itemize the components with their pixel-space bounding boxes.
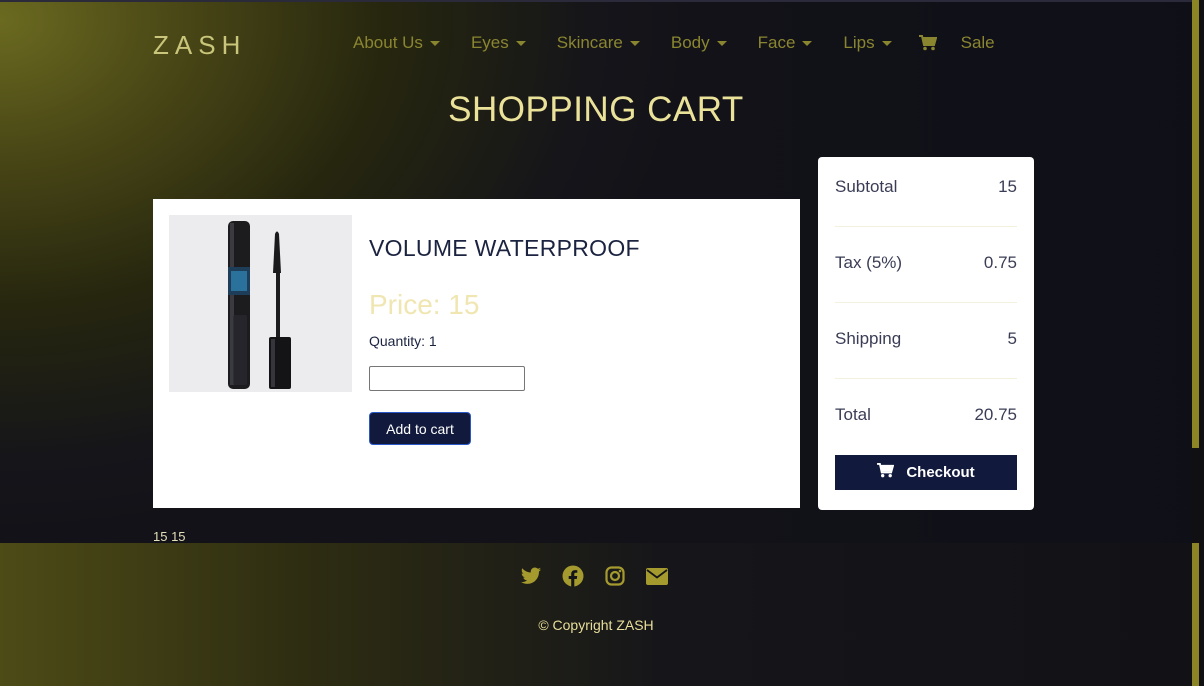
add-to-cart-button[interactable]: Add to cart <box>369 412 471 445</box>
twitter-icon[interactable] <box>520 565 542 587</box>
scrollbar-thumb-secondary[interactable] <box>1192 543 1199 686</box>
caret-down-icon <box>515 40 526 46</box>
caret-down-icon <box>881 40 892 46</box>
nav-item-body[interactable]: Body <box>671 33 727 53</box>
divider <box>835 226 1017 227</box>
main-nav: About Us Eyes Skincare Body Face Lips Sa… <box>353 33 995 53</box>
shipping-label: Shipping <box>835 329 902 348</box>
nav-item-eyes[interactable]: Eyes <box>471 33 526 53</box>
tax-label: Tax (5%) <box>835 253 903 272</box>
nav-item-lips[interactable]: Lips <box>843 33 892 53</box>
caret-down-icon <box>802 40 813 46</box>
shipping-value: 5 <box>1007 329 1017 348</box>
cart-icon[interactable] <box>918 35 937 51</box>
copyright-text: © Copyright ZASH <box>538 617 654 633</box>
debug-text: 15 15 <box>153 529 186 544</box>
page-title: SHOPPING CART <box>448 90 744 129</box>
divider <box>835 302 1017 303</box>
checkout-button[interactable]: Checkout <box>835 455 1017 490</box>
nav-item-about-us[interactable]: About Us <box>353 33 440 53</box>
nav-item-skincare[interactable]: Skincare <box>557 33 640 53</box>
mail-icon[interactable] <box>646 565 668 587</box>
brand-logo[interactable]: ZASH <box>153 30 246 61</box>
checkout-label: Checkout <box>906 464 975 481</box>
caret-down-icon <box>429 40 440 46</box>
nav-label: Skincare <box>556 33 623 52</box>
scrollbar-thumb[interactable] <box>1192 0 1199 448</box>
tax-row: Tax (5%) 0.75 <box>835 253 1017 273</box>
order-summary: Subtotal 15 Tax (5%) 0.75 Shipping 5 Tot… <box>818 157 1034 510</box>
social-links <box>520 565 668 587</box>
facebook-icon[interactable] <box>562 565 584 587</box>
product-name: VOLUME WATERPROOF <box>369 235 640 261</box>
total-value: 20.75 <box>974 405 1017 424</box>
subtotal-row: Subtotal 15 <box>835 177 1017 197</box>
nav-label: Face <box>757 33 796 52</box>
quantity-input[interactable] <box>369 366 525 391</box>
cart-icon <box>877 463 895 482</box>
nav-label: Body <box>670 33 710 52</box>
nav-item-sale[interactable]: Sale <box>961 33 995 53</box>
nav-item-face[interactable]: Face <box>758 33 813 53</box>
instagram-icon[interactable] <box>604 565 626 587</box>
cart-item-card: VOLUME WATERPROOF Price: 15 Quantity: 1 … <box>153 199 800 508</box>
total-row: Total 20.75 <box>835 405 1017 425</box>
subtotal-value: 15 <box>998 177 1017 196</box>
tax-value: 0.75 <box>983 253 1017 272</box>
nav-label: Eyes <box>470 33 509 52</box>
divider <box>835 378 1017 379</box>
nav-label: Lips <box>843 33 875 52</box>
window-edge <box>0 0 1204 2</box>
total-label: Total <box>835 405 871 424</box>
caret-down-icon <box>629 40 640 46</box>
caret-down-icon <box>716 40 727 46</box>
subtotal-label: Subtotal <box>835 177 898 196</box>
shipping-row: Shipping 5 <box>835 329 1017 349</box>
product-price: Price: 15 <box>369 289 480 320</box>
nav-label: About Us <box>353 33 423 52</box>
product-quantity: Quantity: 1 <box>369 333 437 349</box>
mascara-product-image <box>169 215 352 392</box>
